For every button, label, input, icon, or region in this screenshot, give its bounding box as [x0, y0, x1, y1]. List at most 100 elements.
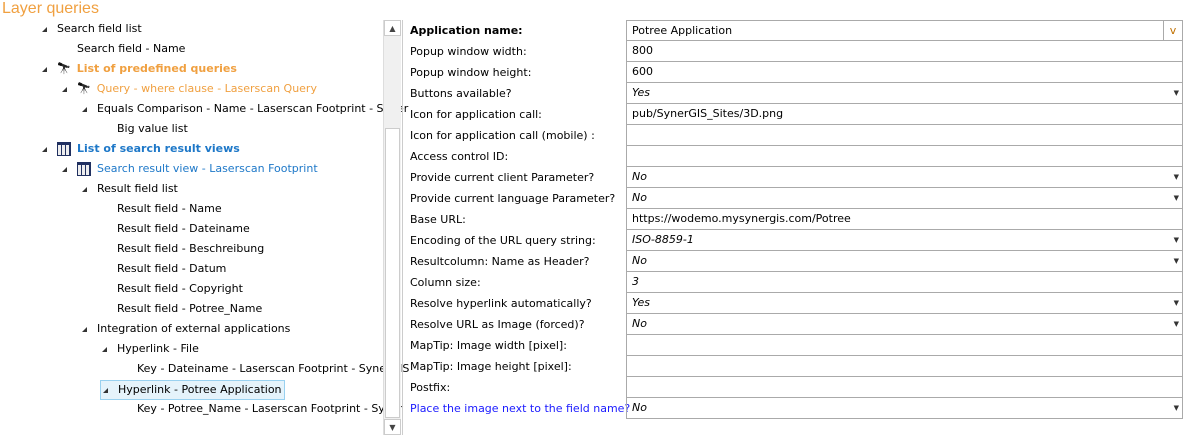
property-input[interactable] [626, 335, 1183, 356]
expand-triangle-icon[interactable] [82, 326, 87, 332]
tree-node[interactable]: Search field list [40, 20, 144, 38]
property-dropdown[interactable]: No ▼ [626, 398, 1183, 419]
property-row: Place the image next to the field name? N… [405, 398, 1183, 419]
scroll-up-icon[interactable]: ▲ [384, 20, 401, 36]
property-label: Resolve URL as Image (forced)? [410, 318, 585, 331]
property-label: Application name: [410, 24, 523, 37]
tree-node-label: Hyperlink - Potree Application [118, 383, 282, 396]
property-value: No [632, 317, 647, 330]
tree-node[interactable]: 🔭 Query - where clause - Laserscan Query [60, 80, 319, 98]
property-input[interactable] [626, 356, 1183, 377]
tree-node-label: Equals Comparison - Name - Laserscan Foo… [97, 102, 409, 115]
tree-node-label: Result field - Potree_Name [117, 302, 263, 315]
property-input[interactable]: 800 [626, 41, 1183, 62]
dropdown-arrow-icon[interactable]: ▼ [1174, 188, 1179, 208]
tree-node[interactable]: Key - Potree_Name - Laserscan Footprint … [135, 400, 405, 418]
tree-node[interactable]: List of search result views [40, 140, 242, 158]
property-dropdown[interactable]: ISO-8859-1 ▼ [626, 230, 1183, 251]
property-input[interactable]: Potree Application v [626, 20, 1183, 41]
expand-triangle-icon[interactable] [103, 387, 108, 393]
tree-node[interactable]: Equals Comparison - Name - Laserscan Foo… [80, 100, 410, 118]
tree-node[interactable]: Result field - Beschreibung [115, 240, 266, 258]
dropdown-arrow-icon[interactable]: ▼ [1174, 230, 1179, 250]
tree-node[interactable]: Hyperlink - File [100, 340, 201, 358]
property-value: Potree Application [632, 24, 733, 37]
tree-node[interactable]: Result field - Datum [115, 260, 228, 278]
property-label: Resolve hyperlink automatically? [410, 297, 592, 310]
expand-triangle-icon[interactable] [42, 146, 47, 152]
tree-node[interactable]: Result field - Potree_Name [115, 300, 264, 318]
property-value: pub/SynerGIS_Sites/3D.png [632, 107, 784, 120]
property-row: Base URL: https://wodemo.mysynergis.com/P… [405, 209, 1183, 230]
property-value: Yes [632, 296, 651, 309]
tree-node-label: Search field list [57, 22, 142, 35]
dropdown-arrow-icon[interactable]: ▼ [1174, 167, 1179, 187]
property-input[interactable]: pub/SynerGIS_Sites/3D.png [626, 104, 1183, 125]
property-label: Icon for application call (mobile) : [410, 129, 595, 142]
tree-node[interactable]: Result field - Name [115, 200, 224, 218]
expand-triangle-icon[interactable] [42, 66, 47, 72]
property-label: Postfix: [410, 381, 451, 394]
property-dropdown[interactable]: No ▼ [626, 251, 1183, 272]
table-icon [57, 142, 71, 156]
property-dropdown[interactable]: No ▼ [626, 188, 1183, 209]
tree-node[interactable]: Result field - Dateiname [115, 220, 252, 238]
property-value: 800 [632, 44, 653, 57]
dropdown-arrow-icon[interactable]: ▼ [1174, 398, 1179, 418]
scrollbar-thumb[interactable] [385, 128, 400, 418]
dropdown-arrow-icon[interactable]: ▼ [1174, 83, 1179, 103]
property-row: Buttons available? Yes ▼ [405, 83, 1183, 104]
tree-node[interactable]: Search field - Name [75, 40, 187, 58]
property-label: Place the image next to the field name? [410, 402, 631, 415]
property-label: Buttons available? [410, 87, 512, 100]
property-value: No [632, 254, 647, 267]
tree-node[interactable]: Result field list [80, 180, 180, 198]
property-label: Provide current client Parameter? [410, 171, 595, 184]
property-dropdown[interactable]: Yes ▼ [626, 83, 1183, 104]
layer-tree[interactable]: Search field list Search field - Name 🔭 Lis… [0, 18, 409, 435]
dropdown-arrow-icon[interactable]: ▼ [1174, 314, 1179, 334]
tree-node-label: Query - where clause - Laserscan Query [96, 82, 317, 95]
tree-node-label: Result field list [97, 182, 178, 195]
property-row: Icon for application call: pub/SynerGIS_S… [405, 104, 1183, 125]
expand-triangle-icon[interactable] [42, 26, 47, 32]
property-row: Application name: Potree Application v [405, 20, 1183, 41]
property-input[interactable]: https://wodemo.mysynergis.com/Potree [626, 209, 1183, 230]
tree-node-label: Hyperlink - File [117, 342, 199, 355]
expand-triangle-icon[interactable] [62, 86, 67, 92]
property-dropdown[interactable]: No ▼ [626, 314, 1183, 335]
property-input[interactable] [626, 146, 1183, 167]
property-dropdown[interactable]: No ▼ [626, 167, 1183, 188]
tree-node[interactable]: Key - Dateiname - Laserscan Footprint - … [135, 360, 411, 378]
expand-triangle-icon[interactable] [102, 346, 107, 352]
property-input[interactable] [626, 125, 1183, 146]
property-row: Column size: 3 [405, 272, 1183, 293]
property-row: Provide current language Parameter? No ▼ [405, 188, 1183, 209]
value-picker-button[interactable]: v [1163, 21, 1182, 41]
tree-node[interactable]: Hyperlink - Potree Application [100, 380, 285, 400]
tree-node-label: Key - Dateiname - Laserscan Footprint - … [137, 362, 410, 375]
property-dropdown[interactable]: Yes ▼ [626, 293, 1183, 314]
tree-node[interactable]: 🔭 List of predefined queries [40, 60, 239, 78]
tree-node[interactable]: Search result view - Laserscan Footprint [60, 160, 320, 178]
property-value: No [632, 170, 647, 183]
property-label: Column size: [410, 276, 481, 289]
property-input[interactable]: 600 [626, 62, 1183, 83]
property-input[interactable]: 3 [626, 272, 1183, 293]
property-label: Resultcolumn: Name as Header? [410, 255, 590, 268]
property-input[interactable] [626, 377, 1183, 398]
property-label: Popup window height: [410, 66, 532, 79]
tree-node[interactable]: Integration of external applications [80, 320, 292, 338]
dropdown-arrow-icon[interactable]: ▼ [1174, 251, 1179, 271]
tree-node[interactable]: Result field - Copyright [115, 280, 245, 298]
dropdown-arrow-icon[interactable]: ▼ [1174, 293, 1179, 313]
tree-scrollbar[interactable]: ▲ ▼ [383, 20, 401, 435]
tree-node[interactable]: Big value list [115, 120, 190, 138]
expand-triangle-icon[interactable] [82, 186, 87, 192]
scroll-down-icon[interactable]: ▼ [384, 419, 401, 435]
property-value: No [632, 401, 647, 414]
expand-triangle-icon[interactable] [62, 166, 67, 172]
expand-triangle-icon[interactable] [82, 106, 87, 112]
tree-node-label: Result field - Dateiname [117, 222, 250, 235]
splitter[interactable] [402, 20, 403, 435]
